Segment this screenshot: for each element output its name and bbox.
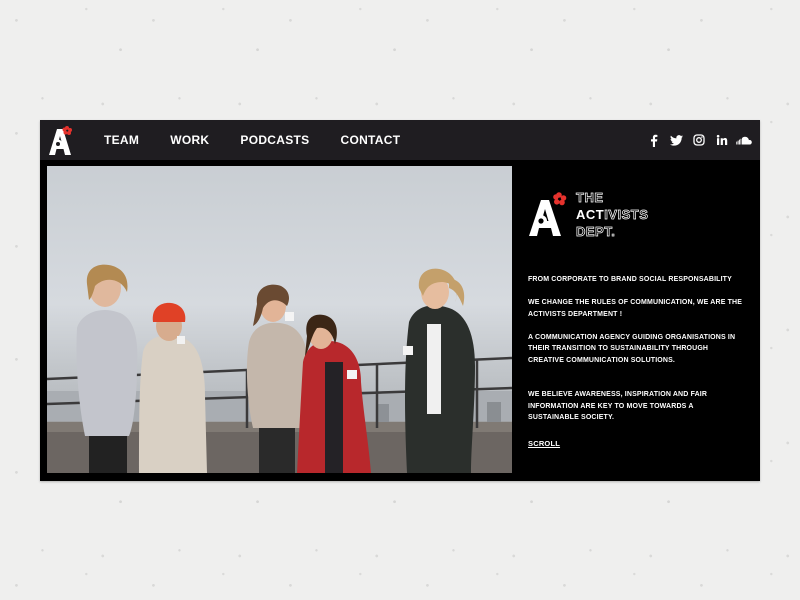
brand-line2-rest: IVISTS <box>604 207 648 222</box>
brand-line3: DEPT. <box>576 224 615 238</box>
main-nav: TEAM WORK PODCASTS CONTACT <box>104 120 431 160</box>
hero-paragraph-4: WE BELIEVE AWARENESS, INSPIRATION AND FA… <box>528 391 708 421</box>
person-2 <box>139 302 207 473</box>
twitter-icon[interactable] <box>669 132 685 148</box>
person-5 <box>403 268 475 473</box>
svg-text:ACTIVISTS: ACTIVISTS <box>576 207 648 222</box>
hero-paragraph-2: WE CHANGE THE RULES OF COMMUNICATION, WE… <box>528 299 743 318</box>
activists-dept-logo[interactable]: THE ACTIVISTS DEPT. <box>528 188 678 238</box>
person-4 <box>297 314 371 473</box>
nav-work[interactable]: WORK <box>170 133 209 147</box>
linkedin-icon[interactable] <box>714 132 730 148</box>
top-navbar: TEAM WORK PODCASTS CONTACT <box>40 120 760 160</box>
browser-window: TEAM WORK PODCASTS CONTACT THE ACTIVISTS… <box>40 120 760 481</box>
instagram-icon[interactable] <box>691 132 707 148</box>
nav-contact[interactable]: CONTACT <box>340 133 400 147</box>
facebook-icon[interactable] <box>646 132 662 148</box>
hero-photo <box>47 166 512 473</box>
rooftop-group-photo <box>47 264 512 473</box>
hero-tagline: FROM CORPORATE TO BRAND SOCIAL RESPONSAB… <box>528 276 732 283</box>
nav-podcasts[interactable]: PODCASTS <box>240 133 309 147</box>
social-links <box>640 120 753 160</box>
hero-paragraph-3: A COMMUNICATION AGENCY GUIDING ORGANISAT… <box>528 333 736 364</box>
hero-copy: FROM CORPORATE TO BRAND SOCIAL RESPONSAB… <box>528 274 744 424</box>
nav-team[interactable]: TEAM <box>104 133 139 147</box>
soundcloud-icon[interactable] <box>736 132 752 148</box>
brand-line2-strong: ACT <box>576 207 604 222</box>
brand-line1: THE <box>576 190 604 205</box>
activists-logo[interactable] <box>46 124 74 156</box>
scroll-link[interactable]: SCROLL <box>528 439 560 448</box>
